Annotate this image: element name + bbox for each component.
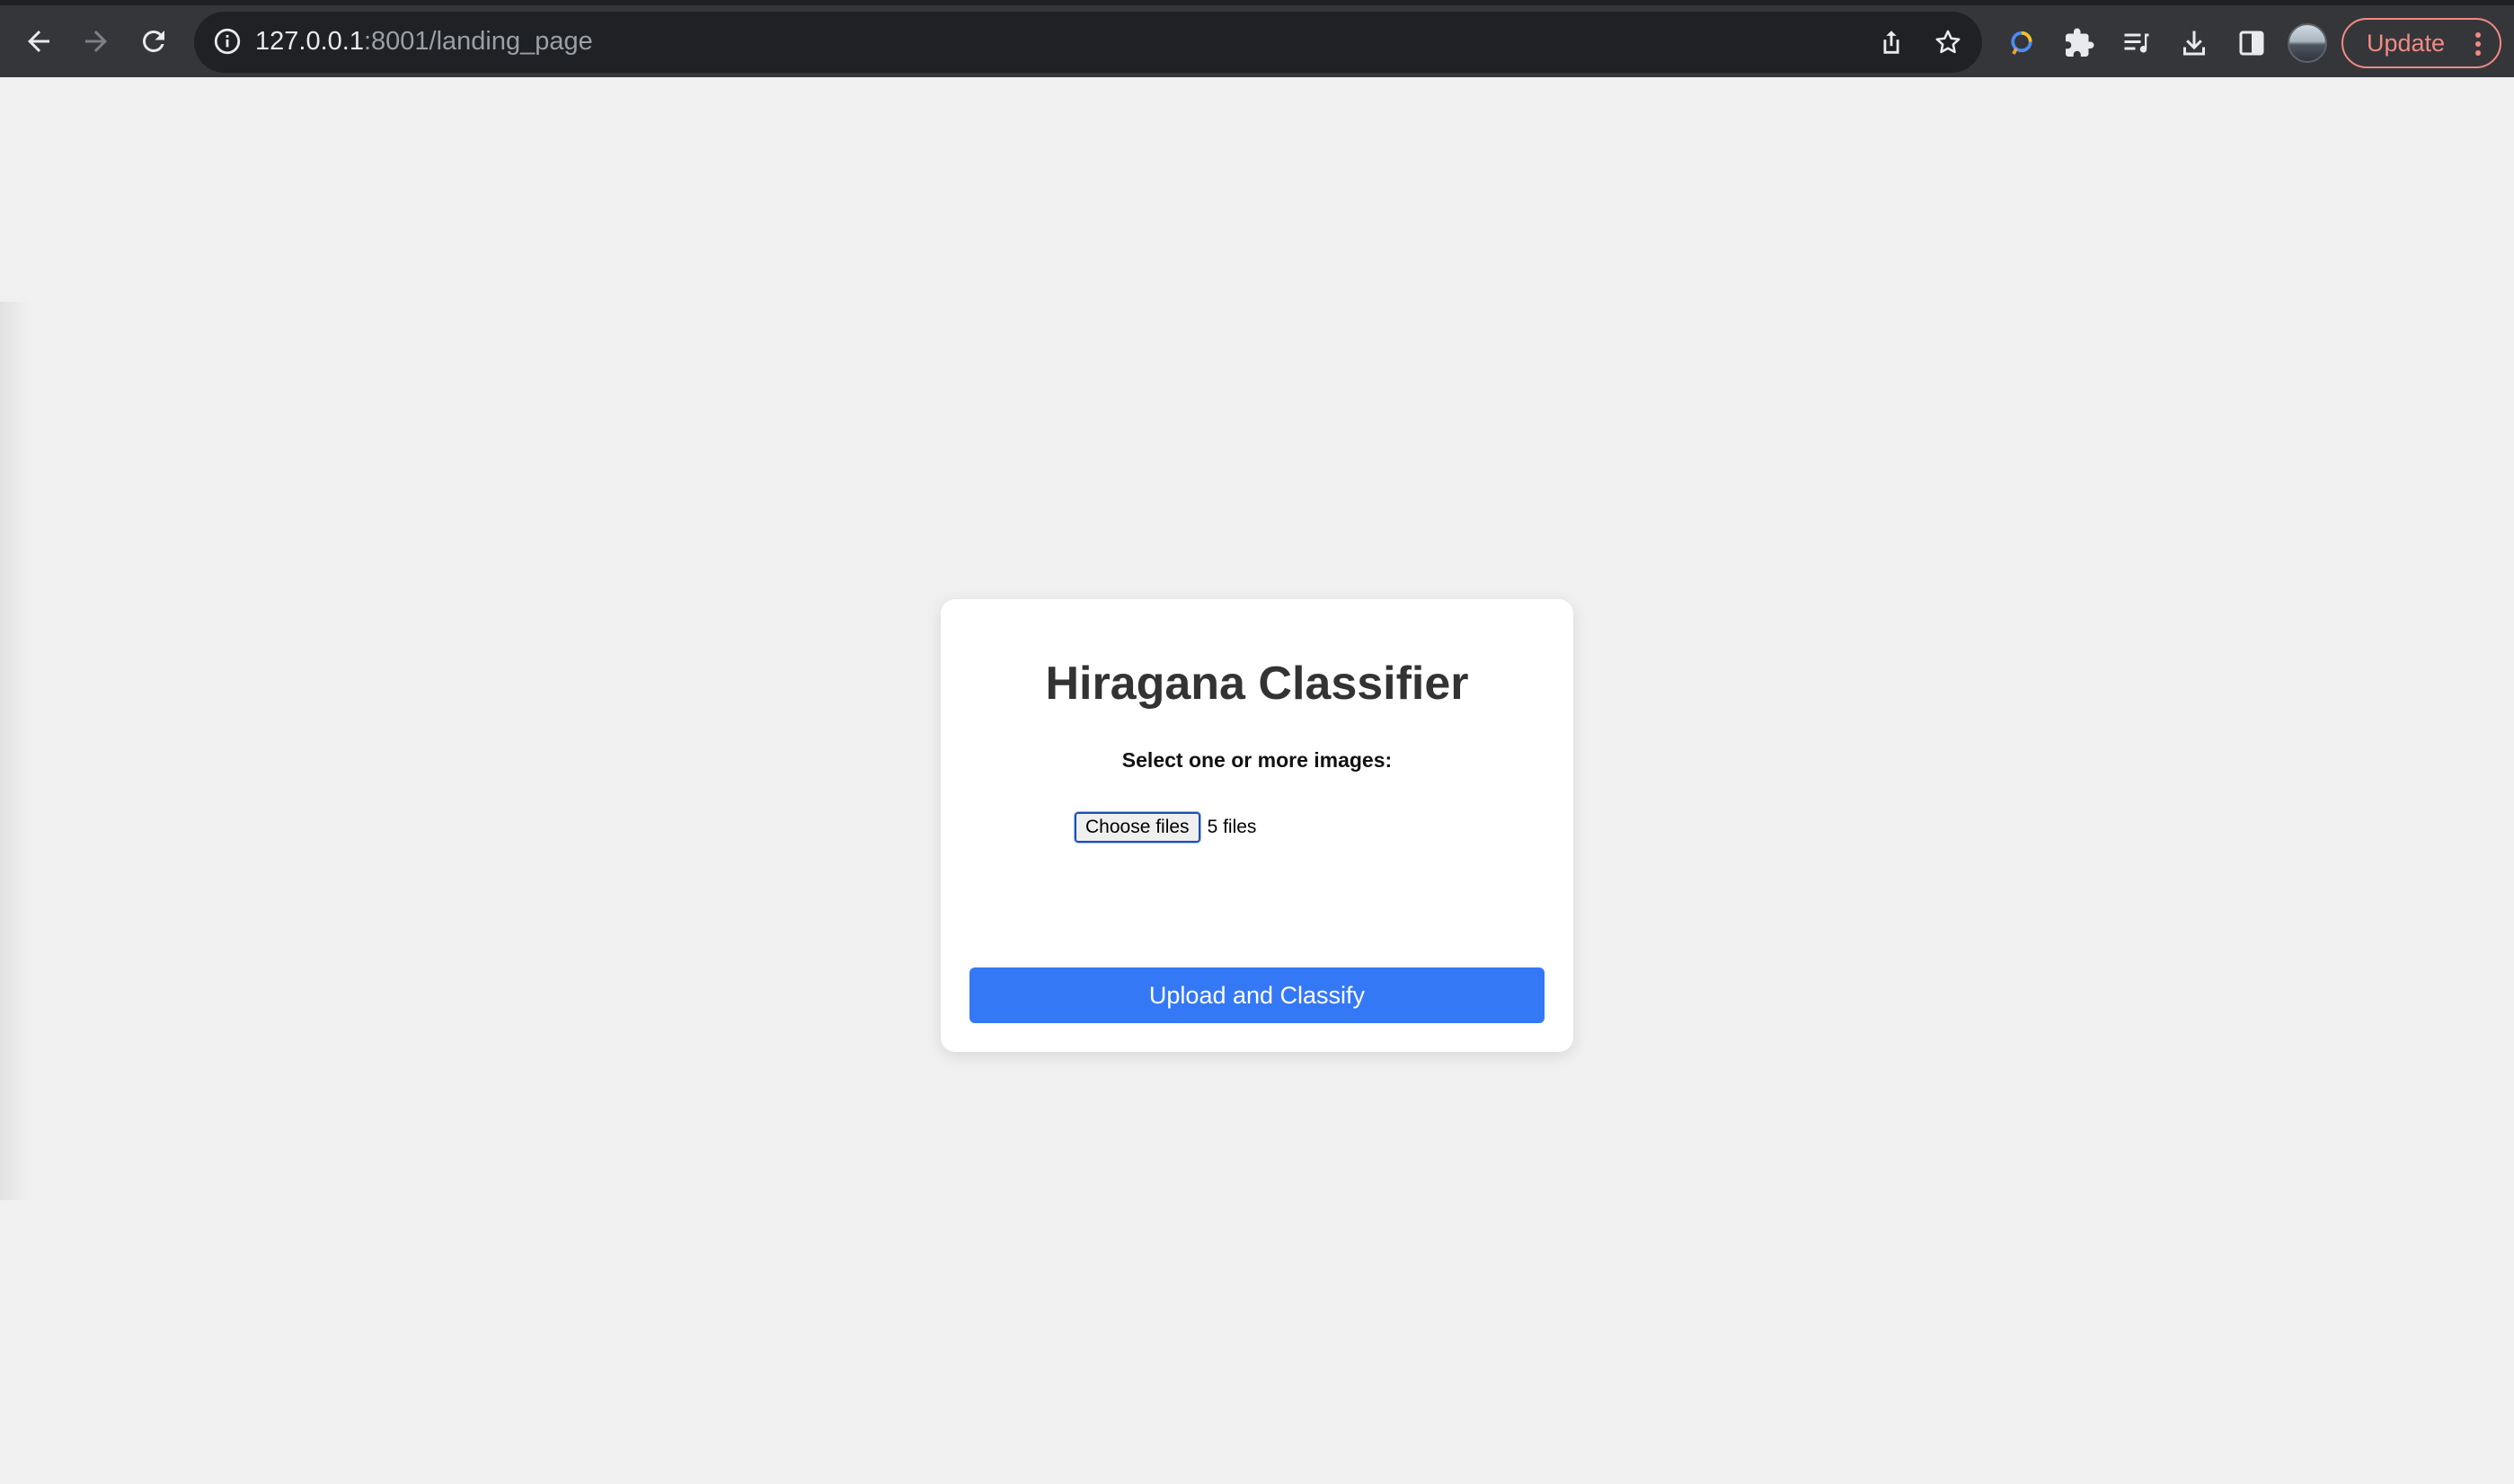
upload-card: Hiragana Classifier Select one or more i… — [941, 599, 1573, 1052]
share-icon — [1883, 31, 1899, 54]
extensions-button[interactable] — [2059, 23, 2099, 63]
reading-list-icon — [2124, 33, 2149, 53]
update-label: Update — [2367, 30, 2446, 57]
arrow-right-icon — [85, 31, 107, 52]
address-bar[interactable]: 127.0.0.1:8001/landing_page — [194, 12, 1982, 73]
upload-and-classify-button[interactable]: Upload and Classify — [969, 967, 1545, 1023]
file-input-label: Select one or more images: — [1121, 748, 1393, 772]
forward-button[interactable] — [75, 20, 118, 63]
share-button[interactable] — [1873, 24, 1909, 60]
avatar[interactable] — [2288, 23, 2327, 63]
download-icon — [2183, 31, 2205, 56]
puzzle-icon — [2066, 28, 2094, 57]
star-icon — [1935, 30, 1961, 54]
url-text[interactable]: 127.0.0.1:8001/landing_page — [255, 25, 593, 57]
file-input[interactable]: Choose files 5 files — [1074, 811, 1257, 844]
arrow-left-icon — [28, 31, 49, 52]
browser-toolbar: 127.0.0.1:8001/landing_page Update — [0, 0, 2514, 77]
choose-files-button[interactable]: Choose files — [1074, 811, 1201, 844]
back-button[interactable] — [17, 20, 60, 63]
update-button[interactable]: Update — [2341, 18, 2501, 68]
reload-button[interactable] — [132, 20, 175, 63]
left-edge-shadow — [0, 302, 31, 1200]
bookmark-button[interactable] — [1930, 24, 1966, 60]
file-count-text: 5 files — [1207, 817, 1257, 837]
kebab-menu-icon — [2475, 32, 2481, 56]
url-host: 127.0.0.1 — [255, 27, 364, 56]
colorful-extension-icon — [2011, 31, 2032, 55]
downloads-button[interactable] — [2174, 23, 2214, 63]
page-viewport: Hiragana Classifier Select one or more i… — [0, 77, 2514, 1484]
reload-icon — [142, 30, 164, 52]
extension-button-colorful[interactable] — [2002, 23, 2041, 63]
url-path: :8001/landing_page — [363, 27, 593, 56]
reading-list-button[interactable] — [2117, 23, 2156, 63]
info-icon[interactable] — [212, 26, 243, 57]
side-panel-icon — [2239, 31, 2264, 56]
side-panel-button[interactable] — [2232, 23, 2271, 63]
page-title: Hiragana Classifier — [1045, 658, 1469, 710]
